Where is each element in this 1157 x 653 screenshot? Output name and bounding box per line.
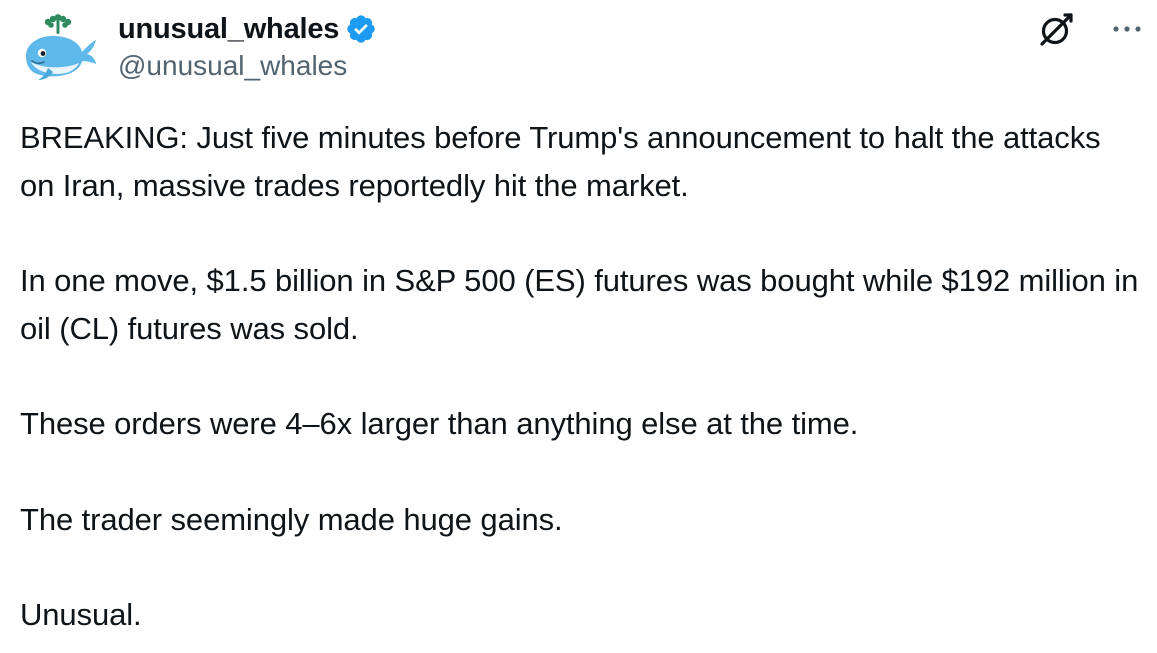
grok-icon[interactable] xyxy=(1038,12,1074,48)
author-name-row[interactable]: unusual_whales xyxy=(118,9,377,49)
tweet-paragraph: Unusual. xyxy=(20,597,142,632)
avatar[interactable] xyxy=(18,10,98,90)
more-options-icon[interactable] xyxy=(1110,14,1144,44)
tweet-text: BREAKING: Just five minutes before Trump… xyxy=(20,114,1140,639)
verified-badge-icon[interactable] xyxy=(345,13,377,45)
tweet-paragraph: In one move, $1.5 billion in S&P 500 (ES… xyxy=(20,263,1139,346)
tweet-paragraph: These orders were 4–6x larger than anyth… xyxy=(20,406,859,441)
display-name[interactable]: unusual_whales xyxy=(118,13,339,46)
tweet-paragraph: The trader seemingly made huge gains. xyxy=(20,501,563,537)
author-handle[interactable]: @unusual_whales xyxy=(118,50,347,82)
tweet-card: unusual_whales @unusual_whales BREAKING:… xyxy=(0,0,1157,653)
tweet-paragraph: BREAKING: Just five minutes before Trump… xyxy=(20,120,1101,203)
whale-avatar-icon xyxy=(26,14,96,80)
